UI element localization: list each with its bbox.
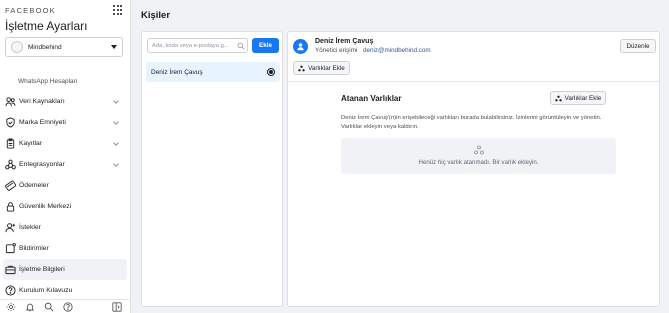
account-name: Mindbehind [28, 43, 62, 51]
account-selector[interactable]: Mindbehind [5, 37, 123, 57]
sidebar-item-label: Kayıtlar [19, 140, 43, 147]
sidebar-item-label: Güvenlik Merkezi [19, 203, 72, 210]
sidebar-item-records[interactable]: Kayıtlar [0, 133, 131, 154]
person-name: Deniz İrem Çavuş [151, 68, 203, 76]
sidebar: FACEBOOK İşletme Ayarları Mindbehind Wha… [0, 0, 131, 313]
clipboard-icon [5, 138, 16, 149]
people-icon [5, 96, 16, 107]
shield-icon [5, 117, 16, 128]
edit-button[interactable]: Düzenle [620, 39, 656, 53]
sidebar-item-business-info[interactable]: İşletme Bilgileri [3, 259, 127, 280]
integrations-icon [5, 159, 16, 170]
user-name: Deniz İrem Çavuş [315, 38, 374, 45]
search-input[interactable] [147, 38, 248, 53]
add-person-button[interactable]: Ekle [252, 38, 279, 53]
assets-description: Deniz İrem Çavuş'(n)in erişebileceği var… [341, 115, 602, 130]
caret-down-icon [111, 45, 117, 49]
help-icon [5, 285, 16, 296]
sidebar-item-label: Bildirimler [19, 245, 49, 252]
add-assets-section-button[interactable]: Varlıklar Ekle [550, 91, 606, 105]
sidebar-item-label: Veri Kaynakları [19, 98, 65, 105]
panel-toggle-icon[interactable] [112, 301, 122, 312]
gear-icon[interactable] [6, 302, 16, 312]
assets-icon [554, 95, 562, 102]
sidebar-item-label: Kurulum Kılavuzu [19, 287, 73, 294]
search-icon [237, 42, 245, 50]
assigned-assets-title: Atanan Varlıklar [341, 94, 402, 103]
sidebar-item-label: Marka Emniyeti [19, 119, 66, 126]
empty-assets-box: Henüz hiç varlık atanmadı. Bir varlık ek… [341, 138, 616, 174]
person-badge-icon [297, 43, 304, 51]
add-assets-button[interactable]: Varlıklar Ekle [293, 61, 350, 75]
user-email-link[interactable]: deniz@mindbehind.com [363, 47, 431, 54]
empty-assets-text: Henüz hiç varlık atanmadı. Bir varlık ek… [418, 159, 539, 166]
sidebar-item-payments[interactable]: Ödemeler [0, 175, 131, 196]
bell-icon[interactable] [25, 302, 35, 312]
sidebar-item-label: İstekler [19, 224, 41, 231]
user-role: Yönetici erişimi [315, 47, 358, 54]
account-avatar [11, 41, 23, 53]
sidebar-item-integrations[interactable]: Entegrasyonlar [0, 154, 131, 175]
sidebar-item-whatsapp-accounts[interactable]: WhatsApp Hesapları [18, 78, 78, 85]
page-title: Kişiler [141, 10, 171, 21]
detail-header: Deniz İrem Çavuş Yönetici erişimi deniz@… [288, 32, 659, 82]
sidebar-item-setup-guide[interactable]: Kurulum Kılavuzu [0, 280, 131, 301]
card-icon [5, 180, 16, 191]
sidebar-item-label: İşletme Bilgileri [19, 266, 65, 273]
notification-icon [5, 243, 16, 254]
sidebar-item-notifications[interactable]: Bildirimler [0, 238, 131, 259]
selected-radio[interactable] [267, 68, 275, 76]
sidebar-title: İşletme Ayarları [5, 19, 88, 33]
list-item[interactable]: Deniz İrem Çavuş [146, 62, 280, 82]
person-detail-panel: Deniz İrem Çavuş Yönetici erişimi deniz@… [287, 31, 660, 307]
sidebar-item-data-sources[interactable]: Veri Kaynakları [0, 91, 131, 112]
sidebar-item-label: Entegrasyonlar [19, 161, 65, 168]
apps-grid-icon[interactable] [113, 5, 123, 15]
sidebar-footer [0, 299, 131, 313]
sidebar-item-security-center[interactable]: Güvenlik Merkezi [0, 196, 131, 217]
people-list-panel: Ekle Deniz İrem Çavuş [141, 31, 283, 307]
chevron-down-icon [113, 98, 119, 104]
help-icon[interactable] [63, 301, 73, 312]
user-avatar [293, 39, 308, 54]
sidebar-item-requests[interactable]: İstekler [0, 217, 131, 238]
chevron-down-icon [113, 119, 119, 125]
add-assets-label: Varlıklar Ekle [564, 94, 602, 102]
search-icon[interactable] [44, 302, 54, 312]
lock-icon [5, 201, 16, 212]
assets-empty-icon [474, 145, 484, 155]
sidebar-nav: Veri Kaynakları Marka Emniyeti Kayıtlar … [0, 91, 131, 301]
chevron-down-icon [113, 161, 119, 167]
person-add-icon [5, 222, 16, 233]
add-assets-label: Varlıklar Ekle [308, 64, 345, 72]
sidebar-item-brand-safety[interactable]: Marka Emniyeti [0, 112, 131, 133]
sidebar-item-label: Ödemeler [19, 182, 49, 189]
briefcase-icon [5, 264, 16, 275]
chevron-down-icon [113, 140, 119, 146]
brand-logo: FACEBOOK [5, 6, 56, 15]
assets-icon [298, 65, 305, 72]
